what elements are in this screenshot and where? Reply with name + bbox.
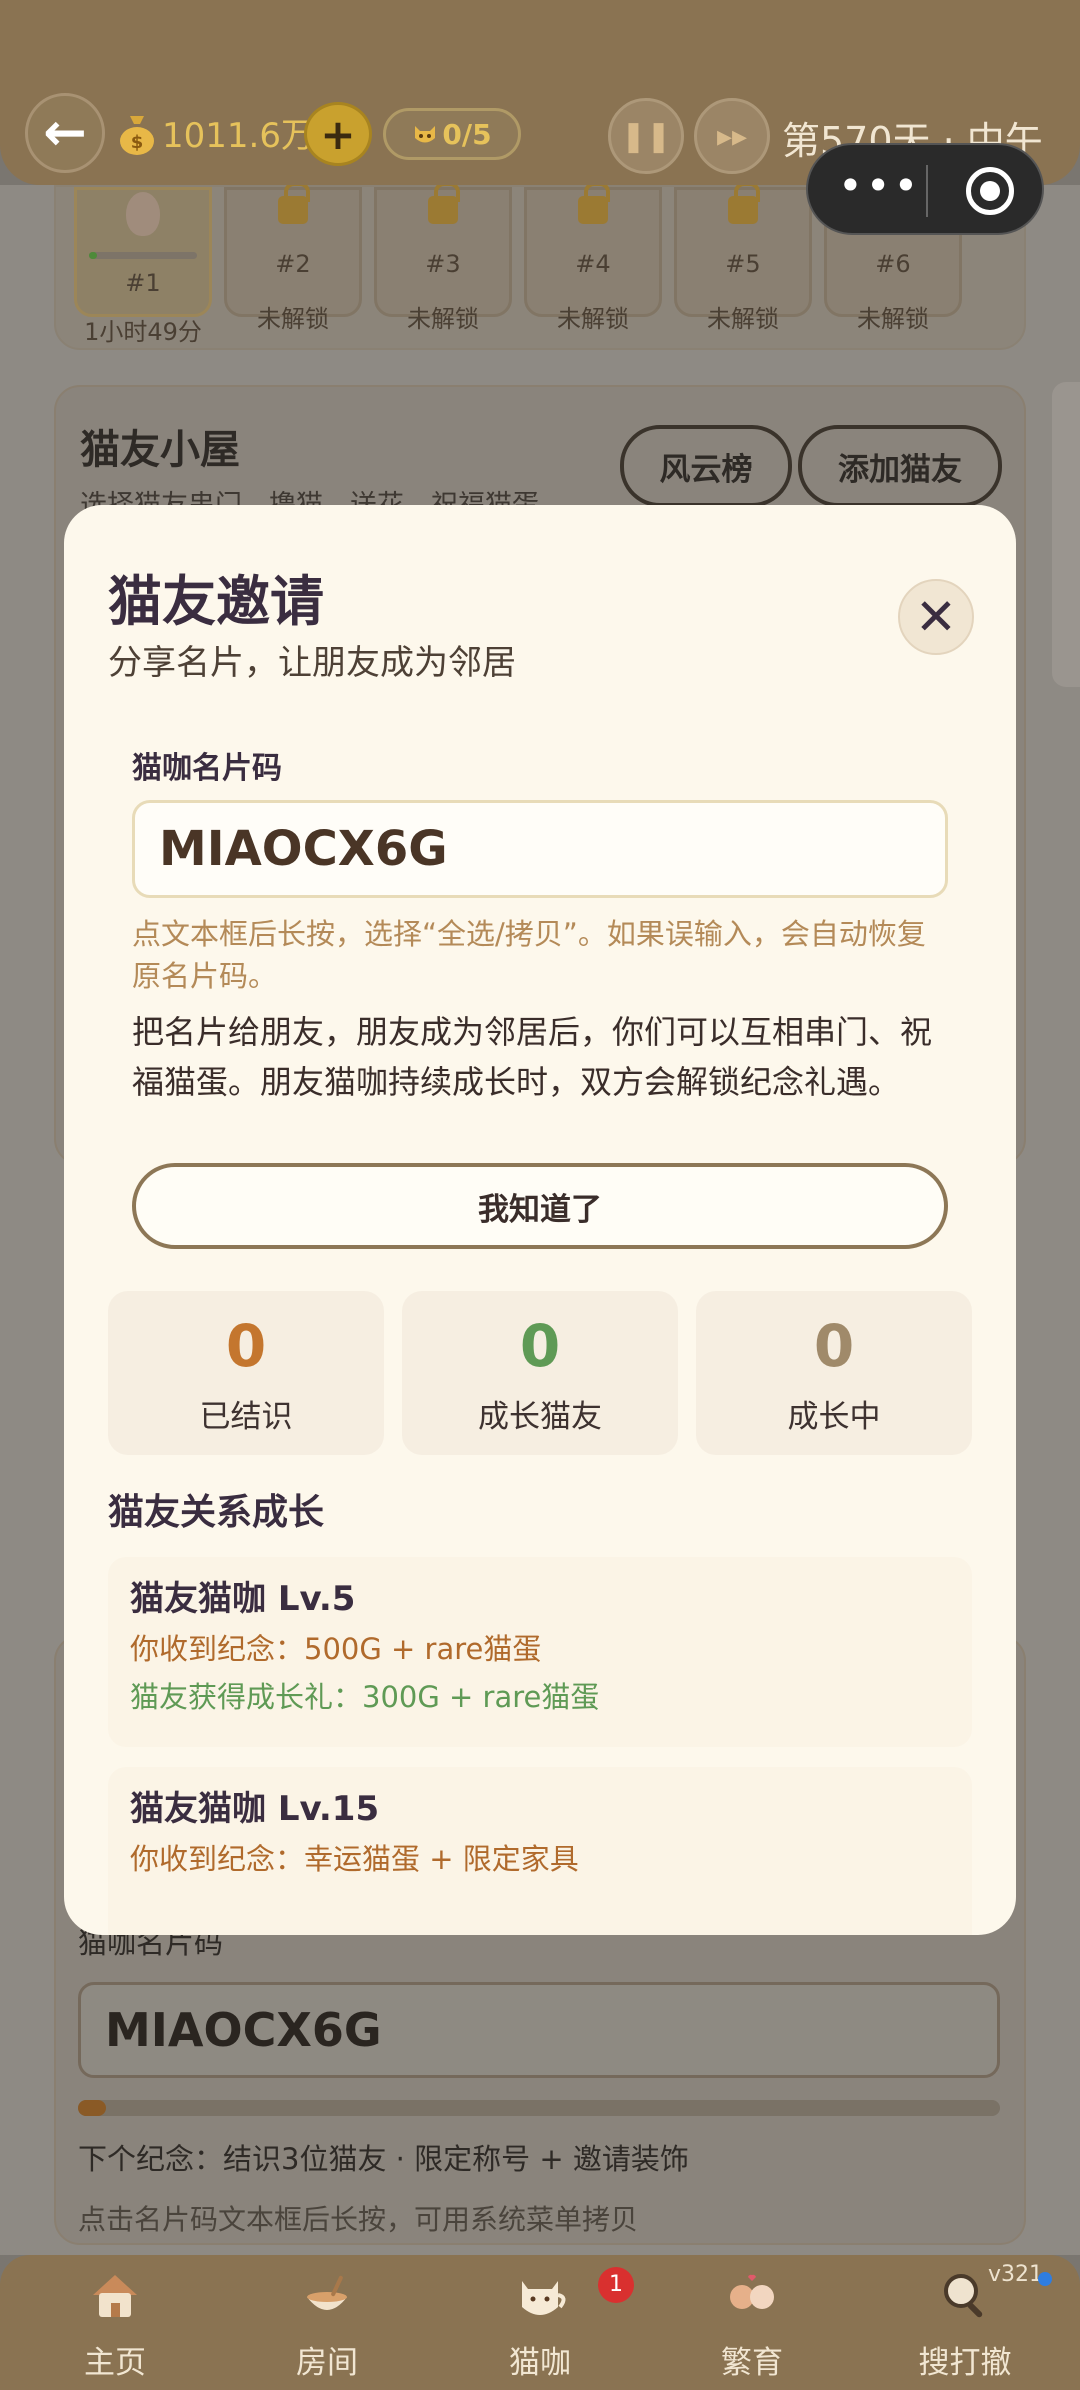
invite-progress-bar [78, 2100, 1000, 2116]
copy-hint: 点文本框后长按，选择“全选/拷贝”。如果误输入，会自动恢复原名片码。 [132, 917, 926, 993]
stat-known: 0 已结识 [108, 1291, 384, 1455]
fast-forward-button[interactable]: ▸▸ [694, 98, 770, 174]
slot-status: 未解锁 [407, 305, 479, 333]
miniprogram-capsule: ••• [806, 143, 1044, 235]
version-label: v321 [988, 2262, 1044, 2287]
lock-icon [728, 182, 760, 224]
house-icon [93, 2275, 137, 2317]
bottom-nav: 主页 房间 猫咖 繁育 搜打撤 [0, 2255, 1080, 2390]
pause-button[interactable]: ❚❚ [608, 98, 684, 174]
magnifier-icon [944, 2274, 983, 2318]
version-dot [1038, 2272, 1052, 2286]
cat-face-icon [415, 126, 436, 143]
back-button[interactable]: ← [25, 93, 105, 173]
nav-label: 房间 [296, 2345, 358, 2381]
nav-label: 搜打撤 [918, 2345, 1012, 2381]
nav-item-cafe[interactable]: 猫咖 [465, 2255, 615, 2390]
invite-description: 把名片给朋友，朋友成为邻居后，你们可以互相串门、祝福猫蛋。朋友猫咖持续成长时，双… [132, 1013, 933, 1101]
cat-count: 0/5 [442, 117, 492, 151]
close-miniprogram-icon[interactable] [966, 167, 1014, 215]
growth-tier-item: 猫友猫咖 Lv.5 你收到纪念：500G + rare猫蛋 猫友获得成长礼：30… [108, 1557, 972, 1747]
slot-number: #3 [425, 250, 461, 278]
egg-slot-4[interactable]: #4 [524, 182, 662, 317]
slot-number: #1 [125, 269, 161, 297]
stat-value: 0 [813, 1312, 855, 1380]
egg-slot-1[interactable]: #1 [74, 187, 212, 317]
modal-title: 猫友邀请 [108, 570, 324, 633]
ranking-button[interactable]: 风云榜 [620, 425, 792, 507]
plus-icon: + [320, 109, 356, 159]
close-button[interactable]: ✕ [898, 579, 974, 655]
slot-status: 未解锁 [257, 305, 329, 333]
fast-forward-icon: ▸▸ [716, 118, 748, 154]
lock-icon [428, 182, 460, 224]
cat-pair-icon [730, 2274, 774, 2309]
side-scroll-handle[interactable] [1052, 382, 1080, 687]
money-bag-icon: $ [120, 116, 154, 155]
notification-badge: 1 [598, 2267, 634, 2303]
egg-slot-2[interactable]: #2 [224, 182, 362, 317]
bowl-icon [307, 2275, 347, 2310]
nav-label: 繁育 [721, 2345, 783, 2381]
cat-counter[interactable]: 0/5 [383, 108, 521, 160]
invite-progress-fill [78, 2100, 106, 2116]
bg-code-field[interactable]: MIAOCX6G [78, 1982, 1000, 2078]
egg-progress-bar [89, 252, 197, 259]
egg-icon [126, 192, 160, 236]
stat-label: 成长中 [787, 1399, 881, 1435]
growth-section-title: 猫友关系成长 [108, 1492, 325, 1533]
slot-status: 1小时49分 [84, 318, 202, 346]
growth-reward-you: 你收到纪念：500G + rare猫蛋 [130, 1632, 542, 1666]
growth-tier-item: 猫友猫咖 Lv.15 你收到纪念：幸运猫蛋 + 限定家具 [108, 1767, 972, 1935]
growth-tier-name: 猫友猫咖 Lv.15 [130, 1789, 380, 1829]
egg-slot-5[interactable]: #5 [674, 182, 812, 317]
pause-icon: ❚❚ [620, 118, 672, 154]
growth-reward-friend: 猫友获得成长礼：300G + rare猫蛋 [130, 1680, 600, 1714]
capsule-divider [926, 165, 928, 217]
friends-house-title: 猫友小屋 [80, 427, 240, 473]
stat-label: 成长猫友 [478, 1399, 602, 1435]
nav-item-home[interactable]: 主页 [40, 2255, 190, 2390]
nav-label: 猫咖 [509, 2345, 571, 2381]
card-code-label: 猫咖名片码 [132, 751, 282, 786]
modal-subtitle: 分享名片，让朋友成为邻居 [108, 643, 516, 683]
nav-item-breeding[interactable]: 繁育 [677, 2255, 827, 2390]
slot-status: 未解锁 [557, 305, 629, 333]
stat-in-growth: 0 成长中 [696, 1291, 972, 1455]
svg-text:$: $ [131, 132, 144, 153]
copy-hint-text: 点击名片码文本框后长按，可用系统菜单拷贝 [78, 2203, 639, 2236]
slot-number: #4 [575, 250, 611, 278]
growth-reward-you: 你收到纪念：幸运猫蛋 + 限定家具 [130, 1842, 579, 1876]
lock-icon [278, 182, 310, 224]
growth-tier-name: 猫友猫咖 Lv.5 [130, 1579, 356, 1619]
nav-label: 主页 [84, 2345, 146, 2381]
friend-invite-modal: 猫友邀请 分享名片，让朋友成为邻居 ✕ 猫咖名片码 点文本框后长按，选择“全选/… [64, 505, 1016, 1935]
got-it-button[interactable]: 我知道了 [132, 1163, 948, 1249]
egg-slot-3[interactable]: #3 [374, 182, 512, 317]
card-code-input[interactable] [132, 800, 948, 898]
cat-cup-icon [522, 2281, 566, 2315]
more-menu-icon[interactable]: ••• [838, 165, 921, 207]
add-coins-button[interactable]: + [304, 102, 372, 166]
lock-icon [578, 182, 610, 224]
slot-number: #6 [875, 250, 911, 278]
next-reward-text: 下个纪念：结识3位猫友 · 限定称号 + 邀请装饰 [78, 2142, 689, 2176]
arrow-left-icon: ← [43, 103, 87, 163]
slot-status: 未解锁 [707, 305, 779, 333]
stat-growing-friends: 0 成长猫友 [402, 1291, 678, 1455]
slot-number: #5 [725, 250, 761, 278]
coin-balance: 1011.6万 [162, 116, 315, 156]
slot-number: #2 [275, 250, 311, 278]
add-friend-button[interactable]: 添加猫友 [798, 425, 1002, 507]
stat-value: 0 [225, 1312, 267, 1380]
close-icon: ✕ [915, 588, 957, 646]
nav-item-room[interactable]: 房间 [252, 2255, 402, 2390]
stat-value: 0 [519, 1312, 561, 1380]
stat-label: 已结识 [199, 1399, 293, 1435]
slot-status: 未解锁 [857, 305, 929, 333]
